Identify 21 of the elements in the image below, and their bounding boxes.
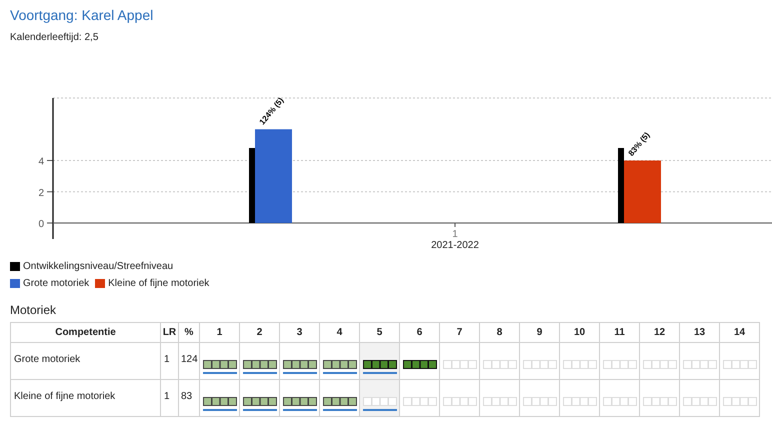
legend-label: Ontwikkelingsniveau/Streefniveau: [23, 260, 174, 274]
column-header: Competentie: [10, 322, 160, 342]
section-title: Motoriek: [10, 302, 58, 319]
column-header: %: [178, 322, 200, 342]
table-cell: 1: [160, 380, 178, 416]
y-tick-label: 4: [38, 156, 44, 168]
x-axis-label: 2021-2022: [431, 240, 479, 251]
page-title: Voortgang: Karel Appel: [10, 6, 154, 24]
legend-swatch: [95, 279, 106, 288]
table-cell: 1: [160, 342, 178, 380]
y-tick-label: 2: [38, 188, 44, 199]
column-header: LR: [160, 322, 178, 342]
table-cell: Grote motoriek: [10, 342, 160, 380]
table-cell: Kleine of fijne motoriek: [10, 380, 160, 416]
age-text: Kalenderleeftijd: 2,5: [10, 31, 100, 45]
legend-swatch: [10, 279, 20, 288]
legend-label: Grote motoriek: [23, 277, 90, 291]
y-tick-label: 0: [38, 219, 44, 230]
legend-swatch: [10, 262, 20, 271]
legend-label: Kleine of fijne motoriek: [108, 277, 210, 291]
x-tick-label: 1: [452, 229, 458, 240]
